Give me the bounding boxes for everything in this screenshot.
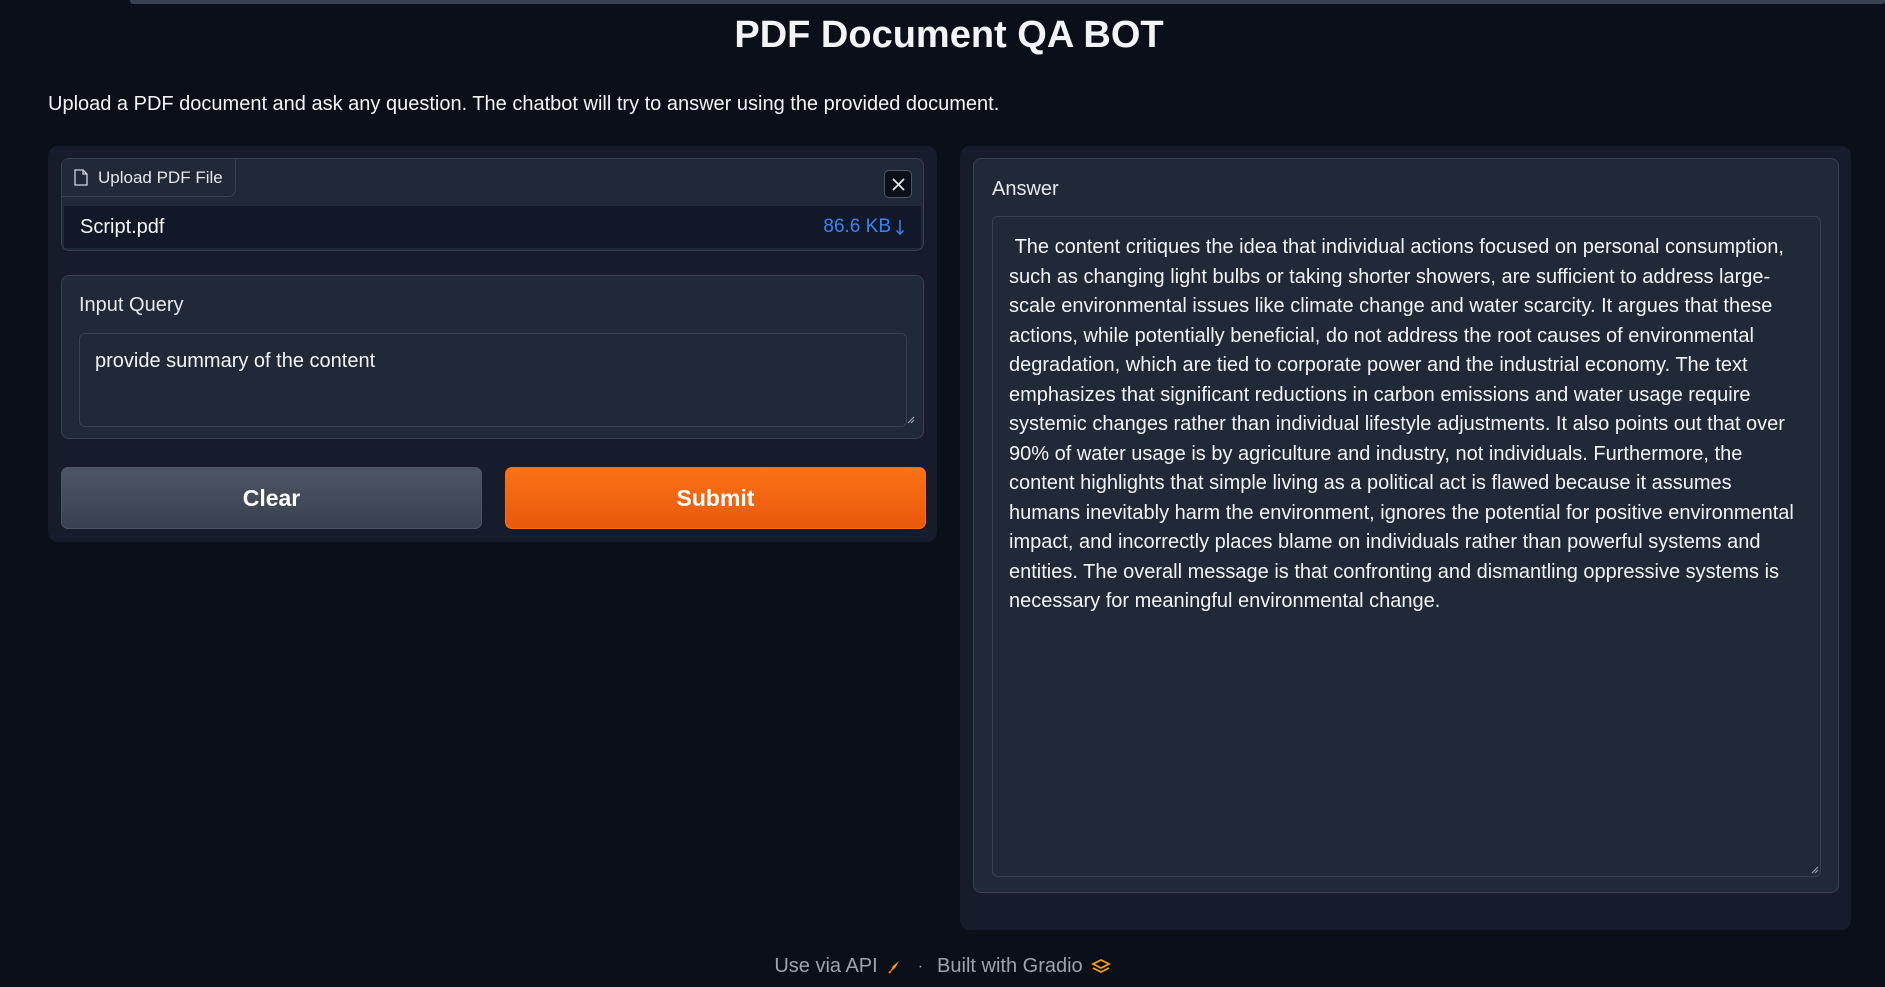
answer-block: Answer The content critiques the idea th… [973,158,1839,893]
close-icon [892,178,904,190]
file-name: Script.pdf [80,215,165,238]
resize-handle-icon[interactable] [1809,864,1819,874]
uploaded-file-row: Script.pdf 86.6 KB [64,206,921,248]
upload-label: Upload PDF File [62,159,236,197]
download-arrow-icon [895,219,905,235]
file-icon [74,169,88,186]
output-panel: Answer The content critiques the idea th… [960,146,1851,930]
file-upload[interactable]: Upload PDF File Script.pdf 86.6 KB [61,158,924,251]
query-block: Input Query [61,275,924,439]
use-via-api-link[interactable]: Use via API [774,955,903,978]
built-with-text: Built with Gradio [937,955,1083,977]
file-size: 86.6 KB [823,216,891,237]
page-description: Upload a PDF document and ask any questi… [48,93,1000,115]
clear-file-button[interactable] [884,170,912,198]
resize-handle-icon[interactable] [905,414,915,424]
upload-label-text: Upload PDF File [98,167,223,187]
answer-label: Answer [992,178,1059,200]
gradio-logo-icon [1090,958,1111,973]
clear-button[interactable]: Clear [61,467,482,529]
input-panel: Upload PDF File Script.pdf 86.6 KB Input… [48,146,937,542]
submit-button[interactable]: Submit [505,467,926,529]
query-input[interactable] [79,333,907,427]
built-with-gradio-link[interactable]: Built with Gradio [937,955,1111,978]
rocket-icon [888,960,899,974]
top-scroll-bar [130,0,1885,4]
page-title: PDF Document QA BOT [734,14,1164,56]
query-label: Input Query [79,294,184,316]
footer: Use via API · Built with Gradio [0,955,1885,978]
file-download-link[interactable]: 86.6 KB [823,216,905,238]
answer-output[interactable]: The content critiques the idea that indi… [992,216,1821,877]
api-link-text: Use via API [774,955,878,977]
footer-separator: · [917,957,924,975]
